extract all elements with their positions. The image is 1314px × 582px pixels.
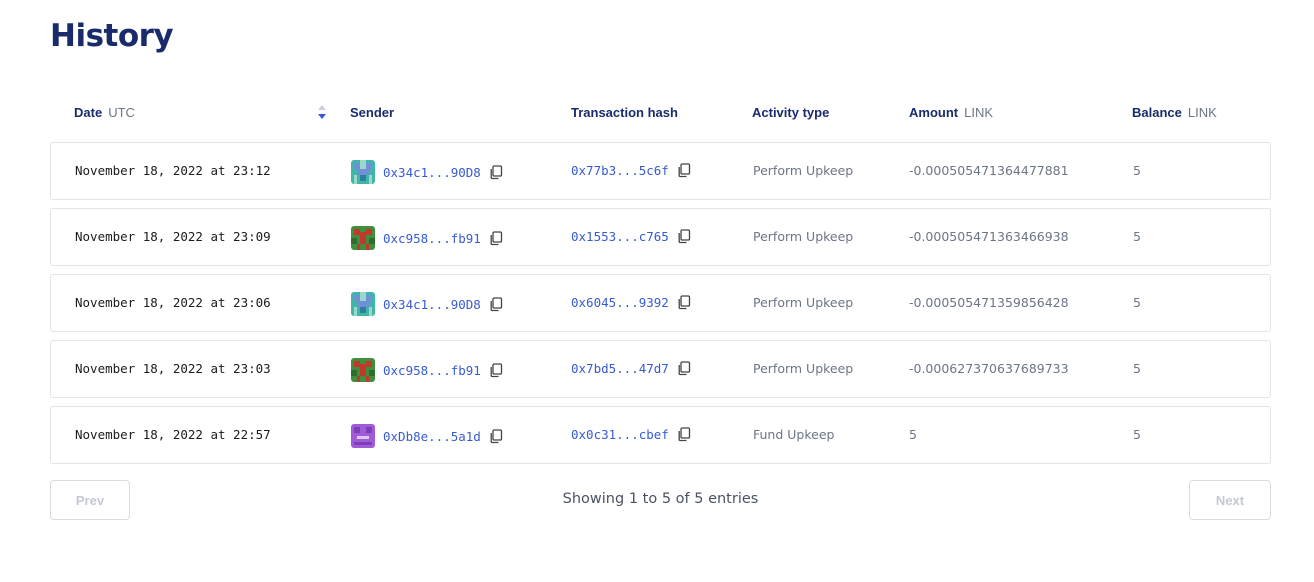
column-balance-unit: LINK [1187,105,1217,120]
row-hash: 0x77b3...5c6f [571,163,691,178]
column-activity-label: Activity type [752,105,830,120]
identicon-avatar [351,160,383,184]
entries-summary: Showing 1 to 5 of 5 entries [562,491,759,507]
history-table-body: November 18, 2022 at 23:12 0x34c1...90D8 0… [50,142,1271,472]
row-date: November 18, 2022 at 23:03 [75,361,271,376]
table-row: November 18, 2022 at 22:57 0xDb8e...5a1d 0… [50,406,1271,464]
identicon-avatar [351,292,383,316]
row-date: November 18, 2022 at 23:06 [75,295,271,310]
row-sender: 0x34c1...90D8 [351,292,503,316]
row-date: November 18, 2022 at 22:57 [75,427,271,442]
column-hash: Transaction hash [571,105,678,120]
table-row: November 18, 2022 at 23:03 0xc958...fb91 0… [50,340,1271,398]
column-balance-label: Balance [1132,105,1182,120]
column-hash-label: Transaction hash [571,105,678,120]
row-amount: -0.000627370637689733 [909,361,1069,376]
row-balance: 5 [1133,427,1141,442]
row-hash: 0x0c31...cbef [571,427,691,442]
row-balance: 5 [1133,361,1141,376]
sender-address-link[interactable]: 0xDb8e...5a1d [383,429,481,444]
row-sender: 0xc958...fb91 [351,358,503,382]
row-balance: 5 [1133,229,1141,244]
transaction-hash-link[interactable]: 0x0c31...cbef [571,427,669,442]
row-activity-type: Perform Upkeep [753,229,854,244]
row-date: November 18, 2022 at 23:09 [75,229,271,244]
row-balance: 5 [1133,163,1141,178]
table-row: November 18, 2022 at 23:12 0x34c1...90D8 0… [50,142,1271,200]
copy-icon[interactable] [489,164,503,180]
column-amount-unit: LINK [964,105,994,120]
row-activity-type: Perform Upkeep [753,361,854,376]
next-button[interactable]: Next [1189,480,1271,520]
row-hash: 0x6045...9392 [571,295,691,310]
sender-address-link[interactable]: 0x34c1...90D8 [383,297,481,312]
row-activity-type: Perform Upkeep [753,295,854,310]
row-amount: -0.000505471359856428 [909,295,1069,310]
transaction-hash-link[interactable]: 0x7bd5...47d7 [571,361,669,376]
column-date[interactable]: Date UTC [74,105,135,120]
transaction-hash-link[interactable]: 0x6045...9392 [571,295,669,310]
row-sender: 0x34c1...90D8 [351,160,503,184]
table-row: November 18, 2022 at 23:09 0xc958...fb91 0… [50,208,1271,266]
copy-icon[interactable] [677,229,691,244]
pagination: Prev Showing 1 to 5 of 5 entries Next [50,480,1271,520]
column-balance: Balance LINK [1132,105,1217,120]
column-sender-label: Sender [350,105,395,120]
column-amount-label: Amount [909,105,959,120]
row-sender: 0xc958...fb91 [351,226,503,250]
row-sender: 0xDb8e...5a1d [351,424,503,448]
row-amount: -0.000505471363466938 [909,229,1069,244]
column-date-unit: UTC [108,105,135,120]
copy-icon[interactable] [489,230,503,246]
identicon-avatar [351,358,383,382]
row-amount: 5 [909,427,917,442]
identicon-avatar [351,424,383,448]
row-date: November 18, 2022 at 23:12 [75,163,271,178]
copy-icon[interactable] [677,361,691,376]
copy-icon[interactable] [677,295,691,310]
sender-address-link[interactable]: 0x34c1...90D8 [383,165,481,180]
sender-address-link[interactable]: 0xc958...fb91 [383,363,481,378]
column-sender: Sender [350,105,394,120]
row-balance: 5 [1133,295,1141,310]
page-title: History [50,18,174,54]
column-date-label: Date [74,105,103,120]
column-amount: Amount LINK [909,105,993,120]
row-hash: 0x1553...c765 [571,229,691,244]
copy-icon[interactable] [677,427,691,442]
row-amount: -0.000505471364477881 [909,163,1069,178]
copy-icon[interactable] [489,362,503,378]
table-header: Date UTC Sender Transaction hash Activity… [50,100,1271,128]
sort-icon[interactable] [317,104,327,120]
transaction-hash-link[interactable]: 0x77b3...5c6f [571,163,669,178]
table-row: November 18, 2022 at 23:06 0x34c1...90D8 0… [50,274,1271,332]
row-activity-type: Fund Upkeep [753,427,835,442]
sender-address-link[interactable]: 0xc958...fb91 [383,231,481,246]
identicon-avatar [351,226,383,250]
transaction-hash-link[interactable]: 0x1553...c765 [571,229,669,244]
copy-icon[interactable] [489,428,503,444]
row-activity-type: Perform Upkeep [753,163,854,178]
copy-icon[interactable] [677,163,691,178]
copy-icon[interactable] [489,296,503,312]
row-hash: 0x7bd5...47d7 [571,361,691,376]
column-activity: Activity type [752,105,829,120]
